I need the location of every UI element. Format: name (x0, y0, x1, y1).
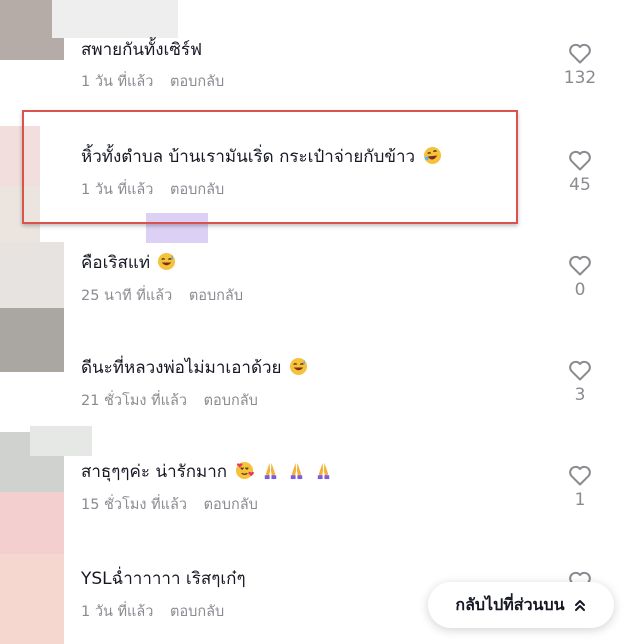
heart-icon[interactable] (568, 359, 592, 381)
sweat-smile-emoji (289, 357, 307, 376)
like-count: 45 (569, 175, 591, 195)
like-count: 3 (574, 385, 586, 405)
heart-icon[interactable] (568, 42, 592, 64)
comment-item: สาธุๆๆค่ะ น่ารักมาก 15 ชั่วโมง ที่แล้ว ต… (0, 416, 632, 520)
heart-icon[interactable] (568, 254, 592, 276)
pray-emoji (317, 462, 329, 480)
highlight-box (22, 110, 518, 224)
comment-text-content: ดีนะที่หลวงพ่อไม่มาเอาด้วย (81, 358, 282, 378)
comment-time: 15 ชั่วโมง ที่แล้ว (81, 497, 188, 513)
double-chevron-up-icon (574, 600, 585, 611)
comment-item: ดีนะที่หลวงพ่อไม่มาเอาด้วย 21 ชั่วโมง ที… (0, 312, 632, 416)
comment-time: 1 วัน ที่แล้ว (81, 604, 154, 620)
heart-icon[interactable] (568, 464, 592, 486)
reply-button[interactable]: ตอบกลับ (189, 288, 243, 304)
comment-text-content: สาธุๆๆค่ะ น่ารักมาก (81, 462, 228, 482)
like-count: 0 (574, 280, 586, 300)
comment-text: YSLฉ่ำาาาาา เริสๆเก๋ๆ (81, 569, 246, 589)
comment-item: คือเริสแท่ 25 นาที ที่แล้ว ตอบกลับ 0 (0, 208, 632, 312)
hearts-face-emoji (235, 461, 254, 480)
comment-meta: 25 นาที ที่แล้ว ตอบกลับ (81, 284, 243, 307)
pray-emoji (291, 462, 303, 480)
reply-button[interactable]: ตอบกลับ (170, 604, 224, 620)
reply-button[interactable]: ตอบกลับ (204, 497, 258, 513)
reply-button[interactable]: ตอบกลับ (170, 74, 224, 90)
like-count: 132 (563, 68, 597, 88)
comment-meta: 1 วัน ที่แล้ว ตอบกลับ (81, 600, 224, 623)
comment-time: 1 วัน ที่แล้ว (81, 74, 154, 90)
heart-icon[interactable] (568, 149, 592, 171)
comment-meta: 15 ชั่วโมง ที่แล้ว ตอบกลับ (81, 493, 258, 516)
like-count: 1 (574, 490, 586, 510)
like-control[interactable]: 0 (560, 254, 600, 300)
comment-text: สพายกันทั้งเซิร์ฟ (81, 40, 203, 60)
like-control[interactable]: 132 (560, 42, 600, 88)
comment-item: สพายกันทั้งเซิร์ฟ 1 วัน ที่แล้ว ตอบกลับ … (0, 0, 632, 104)
comment-text: คือเริสแท่ (81, 252, 176, 274)
comment-text-content: คือเริสแท่ (81, 253, 151, 273)
like-control[interactable]: 45 (560, 149, 600, 195)
like-control[interactable]: 1 (560, 464, 600, 510)
comment-meta: 21 ชั่วโมง ที่แล้ว ตอบกลับ (81, 389, 258, 412)
back-to-top-button[interactable]: กลับไปที่ส่วนบน (428, 582, 614, 628)
sweat-smile-emoji (158, 252, 176, 271)
comment-text: ดีนะที่หลวงพ่อไม่มาเอาด้วย (81, 357, 308, 379)
reply-button[interactable]: ตอบกลับ (204, 393, 258, 409)
comment-text: สาธุๆๆค่ะ น่ารักมาก (81, 461, 333, 483)
pray-emoji (264, 462, 277, 480)
back-to-top-label: กลับไปที่ส่วนบน (455, 594, 565, 614)
like-control[interactable]: 3 (560, 359, 600, 405)
comment-feed: สพายกันทั้งเซิร์ฟ 1 วัน ที่แล้ว ตอบกลับ … (0, 0, 632, 644)
comment-time: 21 ชั่วโมง ที่แล้ว (81, 393, 188, 409)
comment-meta: 1 วัน ที่แล้ว ตอบกลับ (81, 70, 224, 93)
comment-time: 25 นาที ที่แล้ว (81, 288, 173, 304)
